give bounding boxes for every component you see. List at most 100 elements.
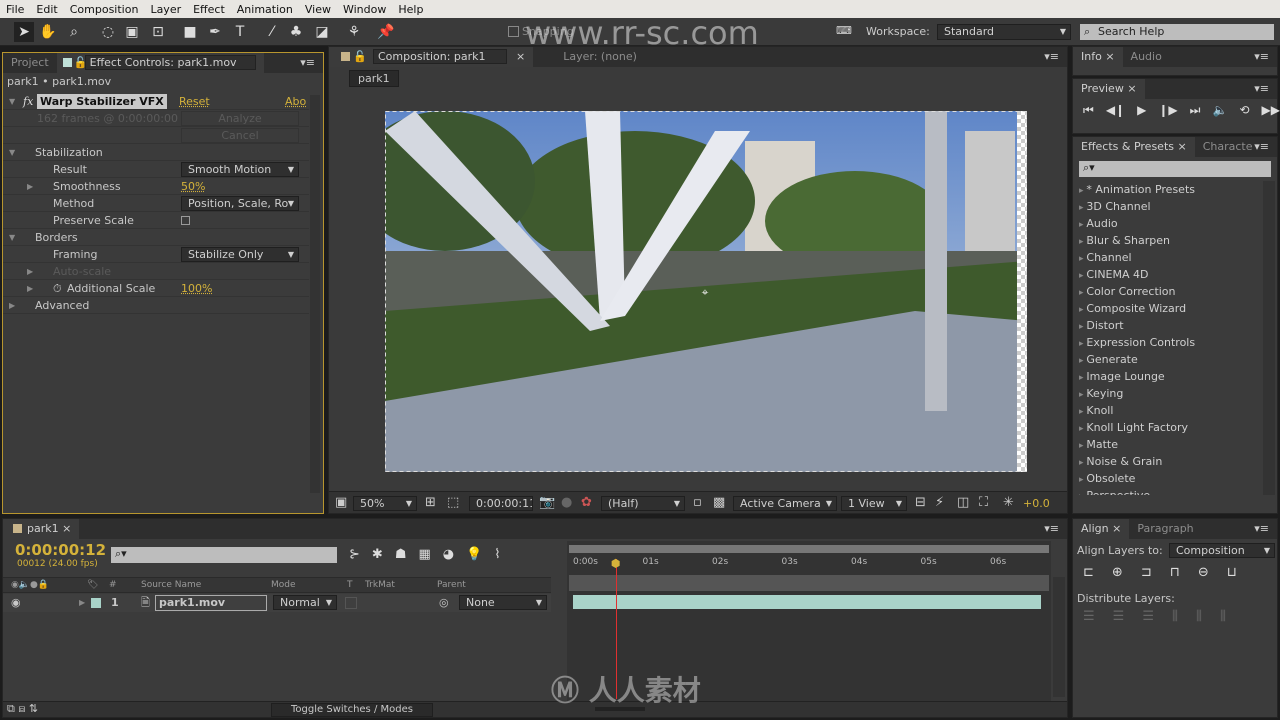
property-dropdown[interactable]: Smooth Motion ▼ (181, 162, 299, 177)
close-icon[interactable]: × (1178, 140, 1187, 153)
align-left-icon[interactable]: ⊏ (1083, 565, 1094, 580)
loop-icon[interactable]: ⟲ (1239, 103, 1249, 118)
effects-category-item[interactable]: Noise & Grain (1073, 453, 1259, 470)
eraser-tool-icon[interactable]: ◪ (312, 22, 332, 42)
effects-category-item[interactable]: Knoll (1073, 402, 1259, 419)
pan-behind-tool-icon[interactable]: ⊡ (148, 22, 168, 42)
text-tool-icon[interactable]: T (230, 22, 250, 42)
menu-help[interactable]: Help (398, 3, 423, 16)
effects-category-item[interactable]: Generate (1073, 351, 1259, 368)
timeline-search-input[interactable]: ⌕▾ (111, 547, 337, 563)
align-to-dropdown[interactable]: Composition ▼ (1169, 543, 1275, 558)
flowchart-icon[interactable]: ⛶ (979, 495, 988, 510)
clone-stamp-tool-icon[interactable]: ♣ (286, 22, 306, 42)
effects-category-item[interactable]: * Animation Presets (1073, 181, 1259, 198)
panel-menu-icon[interactable]: ▾≡ (1254, 50, 1269, 63)
tab-info[interactable]: Info × (1073, 47, 1123, 67)
twirl-open-icon[interactable]: ▼ (9, 144, 15, 161)
distribute-left-icon[interactable]: ⫼ (1172, 609, 1178, 624)
comp-mini-flowchart-icon[interactable]: ⊱ (349, 547, 360, 562)
menu-window[interactable]: Window (343, 3, 386, 16)
effects-category-item[interactable]: Keying (1073, 385, 1259, 402)
effect-scrollbar[interactable] (310, 95, 320, 493)
menu-file[interactable]: File (6, 3, 24, 16)
snapshot-icon[interactable]: 📷 (539, 495, 555, 510)
magnification-dropdown[interactable]: 50% ▼ (353, 496, 417, 511)
twirl-closed-icon[interactable]: ▶ (79, 594, 85, 612)
effect-controls-dropdown[interactable]: Effect Controls: park1.mov (84, 55, 256, 70)
fast-previews-icon[interactable]: ⚡ (935, 495, 944, 510)
effects-category-item[interactable]: 3D Channel (1073, 198, 1259, 215)
snapping-checkbox[interactable] (508, 26, 519, 37)
align-hcenter-icon[interactable]: ⊕ (1112, 565, 1123, 580)
panel-menu-icon[interactable]: ▾≡ (1044, 522, 1059, 535)
search-help-input[interactable]: ⌕ Search Help (1080, 24, 1274, 40)
column-source-name[interactable]: Source Name (141, 578, 201, 592)
effects-scrollbar[interactable] (1263, 181, 1275, 495)
exposure-reset-icon[interactable]: ✳ (1003, 495, 1014, 510)
align-vcenter-icon[interactable]: ⊖ (1198, 565, 1209, 580)
next-frame-icon[interactable]: ❙▶ (1158, 103, 1177, 118)
effects-category-item[interactable]: Expression Controls (1073, 334, 1259, 351)
composition-dropdown[interactable]: Composition: park1 (373, 49, 507, 64)
menu-animation[interactable]: Animation (237, 3, 293, 16)
align-bottom-icon[interactable]: ⊔ (1227, 565, 1237, 580)
tab-audio[interactable]: Audio (1123, 47, 1170, 67)
effects-category-item[interactable]: Image Lounge (1073, 368, 1259, 385)
stopwatch-icon[interactable]: ⏱ (53, 280, 62, 297)
playhead-handle[interactable]: ⬢ (611, 557, 621, 570)
footer-switch-icons[interactable]: ⧉ ⧈ ⇅ (7, 702, 38, 716)
panel-menu-icon[interactable]: ▾≡ (1254, 522, 1269, 535)
panel-menu-icon[interactable]: ▾≡ (1254, 82, 1269, 95)
tab-effects-presets[interactable]: Effects & Presets × (1073, 137, 1195, 157)
puppet-pin-tool-icon[interactable]: 📌 (376, 22, 396, 42)
distribute-top-icon[interactable]: ☰ (1083, 609, 1095, 624)
comp-navigator-button[interactable]: park1 (349, 70, 399, 87)
layer-row[interactable]: ◉ ▶ 1 🗎 park1.mov Normal ▼ ◎ None ▼ (3, 594, 551, 612)
pen-tool-icon[interactable]: ✒ (205, 22, 225, 42)
property-dropdown[interactable]: Position, Scale, Ro ▼ (181, 196, 299, 211)
pickwhip-icon[interactable]: ◎ (439, 594, 449, 612)
distribute-bottom-icon[interactable]: ☰ (1142, 609, 1154, 624)
reset-link[interactable]: Reset (179, 93, 210, 110)
region-of-interest-icon[interactable]: ▫ (693, 495, 702, 510)
brainstorm-icon[interactable]: 💡 (466, 547, 482, 562)
tab-preview[interactable]: Preview × (1073, 79, 1145, 99)
channel-icon[interactable]: ✿ (581, 495, 592, 510)
effect-name[interactable]: Warp Stabilizer VFX (37, 94, 167, 109)
show-snapshot-icon[interactable]: ● (561, 495, 572, 510)
shy-icon[interactable]: ☗ (395, 547, 407, 562)
workspace-dropdown[interactable]: Standard ▼ (937, 24, 1071, 40)
panel-menu-icon[interactable]: ▾≡ (300, 56, 315, 69)
tab-align[interactable]: Align × (1073, 519, 1130, 539)
selection-tool-icon[interactable]: ➤ (14, 22, 34, 42)
tab-layer[interactable]: Layer: (none) (533, 47, 645, 67)
effects-category-item[interactable]: Knoll Light Factory (1073, 419, 1259, 436)
layer-name[interactable]: park1.mov (155, 595, 267, 611)
distribute-vcenter-icon[interactable]: ☰ (1113, 609, 1125, 624)
effects-category-item[interactable]: Obsolete (1073, 470, 1259, 487)
effects-category-item[interactable]: CINEMA 4D (1073, 266, 1259, 283)
brush-tool-icon[interactable]: ⁄ (262, 22, 282, 42)
distribute-right-icon[interactable]: ⫼ (1220, 609, 1226, 624)
view-layout-dropdown[interactable]: 1 View ▼ (841, 496, 907, 511)
audio-icon[interactable]: 🔈 (1212, 103, 1227, 118)
panel-menu-icon[interactable]: ▾≡ (1044, 50, 1059, 63)
preserve-scale-checkbox[interactable] (181, 216, 190, 225)
tab-character[interactable]: Characte (1195, 137, 1261, 157)
camera-dropdown[interactable]: Active Camera ▼ (733, 496, 837, 511)
property-value[interactable]: 50% (181, 178, 205, 195)
safe-margins-icon[interactable]: ⊞ (425, 495, 436, 510)
align-right-icon[interactable]: ⊐ (1141, 565, 1152, 580)
effects-category-item[interactable]: Matte (1073, 436, 1259, 453)
frame-blending-icon[interactable]: ▦ (418, 547, 430, 562)
distribute-hcenter-icon[interactable]: ⫼ (1196, 609, 1202, 624)
effects-search-input[interactable]: ⌕▾ (1079, 161, 1271, 177)
resolution-dropdown[interactable]: (Half) ▼ (601, 496, 685, 511)
rectangle-tool-icon[interactable]: ■ (180, 22, 200, 42)
menu-edit[interactable]: Edit (36, 3, 57, 16)
toggle-switches-modes-button[interactable]: Toggle Switches / Modes (271, 703, 433, 717)
twirl-open-icon[interactable]: ▼ (9, 93, 15, 110)
work-area-range[interactable] (569, 575, 1049, 591)
cancel-button[interactable]: Cancel (181, 128, 299, 143)
